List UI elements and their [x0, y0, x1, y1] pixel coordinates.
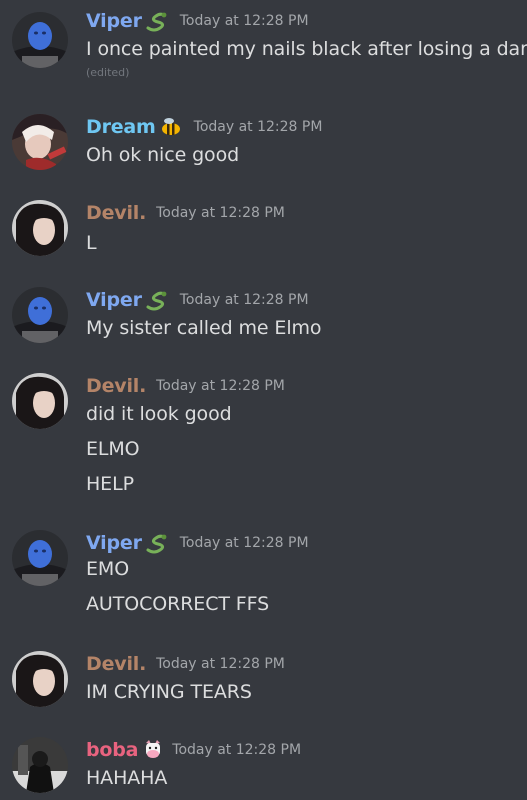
avatar-image: [12, 200, 68, 256]
message-header: boba Today at 12:28 PM: [86, 737, 301, 763]
timestamp[interactable]: Today at 12:28 PM: [180, 13, 309, 29]
avatar-image: [12, 114, 68, 170]
timestamp[interactable]: Today at 12:28 PM: [156, 378, 285, 394]
username[interactable]: Viper: [86, 532, 142, 554]
timestamp[interactable]: Today at 12:28 PM: [194, 119, 323, 135]
avatar-image: [12, 530, 68, 586]
message-content: L: [86, 232, 97, 254]
chat-message-list: Viper Today at 12:28 PM I once painted m…: [0, 0, 527, 800]
message-content: Oh ok nice good: [86, 144, 240, 166]
avatar-boba[interactable]: [12, 737, 68, 793]
username[interactable]: Dream: [86, 116, 156, 138]
snake-icon: [144, 10, 170, 32]
message-header: Viper Today at 12:28 PM: [86, 287, 309, 313]
username[interactable]: boba: [86, 739, 138, 761]
username[interactable]: Devil.: [86, 202, 146, 224]
snake-icon: [144, 532, 170, 554]
avatar-image: [12, 287, 68, 343]
message-content: IM CRYING TEARS: [86, 681, 252, 703]
message-header: Devil. Today at 12:28 PM: [86, 373, 285, 399]
message-content: My sister called me Elmo: [86, 317, 322, 339]
avatar-viper[interactable]: [12, 530, 68, 586]
avatar-image: [12, 737, 68, 793]
message-content: ELMO: [86, 438, 140, 460]
timestamp[interactable]: Today at 12:28 PM: [156, 656, 285, 672]
timestamp[interactable]: Today at 12:28 PM: [180, 535, 309, 551]
timestamp[interactable]: Today at 12:28 PM: [172, 742, 301, 758]
bee-icon: [158, 116, 184, 138]
message-content: HAHAHA: [86, 767, 168, 789]
avatar-viper[interactable]: [12, 287, 68, 343]
username[interactable]: Viper: [86, 10, 142, 32]
snake-icon: [144, 289, 170, 311]
message-content: AUTOCORRECT FFS: [86, 593, 270, 615]
timestamp[interactable]: Today at 12:28 PM: [156, 205, 285, 221]
avatar-dream[interactable]: [12, 114, 68, 170]
avatar-image: [12, 651, 68, 707]
message-content: I once painted my nails black after losi…: [86, 38, 527, 60]
message-content: HELP: [86, 473, 134, 495]
avatar-image: [12, 373, 68, 429]
avatar-devil[interactable]: [12, 200, 68, 256]
edited-label: (edited): [86, 66, 130, 79]
avatar-devil[interactable]: [12, 651, 68, 707]
username[interactable]: Viper: [86, 289, 142, 311]
message-header: Viper Today at 12:28 PM: [86, 530, 309, 556]
timestamp[interactable]: Today at 12:28 PM: [180, 292, 309, 308]
avatar-image: [12, 12, 68, 68]
message-header: Dream Today at 12:28 PM: [86, 114, 322, 140]
avatar-devil[interactable]: [12, 373, 68, 429]
message-content: EMO: [86, 558, 130, 580]
message-content: did it look good: [86, 403, 232, 425]
message-header: Devil. Today at 12:28 PM: [86, 200, 285, 226]
message-header: Viper Today at 12:28 PM: [86, 8, 309, 34]
message-header: Devil. Today at 12:28 PM: [86, 651, 285, 677]
username[interactable]: Devil.: [86, 653, 146, 675]
username[interactable]: Devil.: [86, 375, 146, 397]
cow-icon: [140, 739, 166, 761]
avatar-viper[interactable]: [12, 12, 68, 68]
